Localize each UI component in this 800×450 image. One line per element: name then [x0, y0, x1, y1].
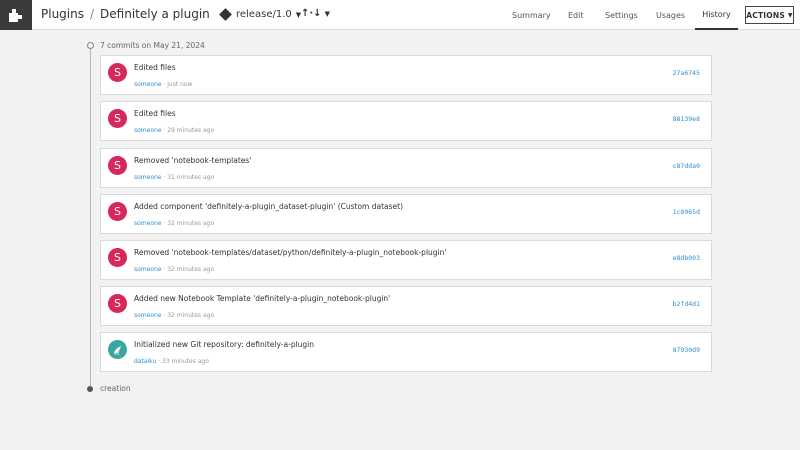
bird-icon [108, 340, 127, 359]
actions-button[interactable]: ACTIONS ▼ [745, 6, 794, 24]
commit-message: Initialized new Git repository: definite… [134, 340, 315, 349]
tab-edit[interactable]: Edit [568, 0, 584, 30]
branch-selector[interactable]: release/1.0 ▼ [219, 8, 301, 21]
commit-author[interactable]: dataiku [134, 358, 156, 365]
commit-author[interactable]: someone [134, 174, 162, 181]
commit-message: Removed 'notebook-templates' [134, 156, 252, 165]
commit-time: · 29 minutes ago [161, 127, 215, 134]
commit-time: · 33 minutes ago [156, 358, 209, 365]
commit-meta: someone · 32 minutes ago [134, 312, 214, 319]
commit-row[interactable]: S Removed 'notebook-templates/dataset/py… [100, 240, 712, 280]
avatar: S [108, 294, 127, 313]
commit-hash[interactable]: c87dda0 [673, 162, 700, 170]
puzzle-icon[interactable] [0, 0, 32, 30]
tab-history[interactable]: History [695, 0, 738, 30]
branch-name: release/1.0 [236, 9, 292, 20]
commit-author[interactable]: someone [134, 266, 162, 273]
commit-group-label: 7 commits on May 21, 2024 [100, 41, 205, 50]
timeline-end-dot [87, 386, 93, 392]
top-bar: Plugins / Definitely a plugin release/1.0 … [0, 0, 800, 30]
commit-row[interactable]: S Edited files someone · 29 minutes ago … [100, 101, 712, 141]
chevron-down-icon: ▼ [787, 11, 793, 19]
chevron-down-icon: ▼ [324, 10, 330, 18]
breadcrumb-separator: / [89, 7, 95, 21]
breadcrumb: Plugins / Definitely a plugin [41, 7, 210, 21]
tab-settings[interactable]: Settings [605, 0, 638, 30]
commit-meta: someone · 32 minutes ago [134, 266, 214, 273]
git-branch-icon [219, 8, 232, 21]
commit-hash[interactable]: 27a6745 [673, 69, 700, 77]
timeline-start-dot [87, 42, 94, 49]
commit-hash[interactable]: b2fd4d1 [673, 300, 700, 308]
commit-meta: dataiku · 33 minutes ago [134, 358, 209, 365]
commit-message: Edited files [134, 109, 176, 118]
avatar: S [108, 202, 127, 221]
commit-row[interactable]: S Removed 'notebook-templates' someone ·… [100, 148, 712, 188]
sync-label: ↑·↓ [301, 8, 322, 19]
avatar: S [108, 109, 127, 128]
commit-message: Added new Notebook Template 'definitely-… [134, 294, 391, 303]
page-title: Definitely a plugin [100, 7, 210, 21]
commit-time: · just now [161, 81, 193, 88]
commit-author[interactable]: someone [134, 127, 162, 134]
commit-time: · 32 minutes ago [161, 312, 215, 319]
commit-hash[interactable]: 1c8965d [673, 208, 700, 216]
creation-label: creation [100, 384, 131, 393]
commit-author[interactable]: someone [134, 312, 162, 319]
commit-row[interactable]: S Edited files someone · just now 27a674… [100, 55, 712, 95]
commit-hash[interactable]: 87930d9 [673, 346, 700, 354]
commit-row[interactable]: S Added component 'definitely-a-plugin_d… [100, 194, 712, 234]
avatar: S [108, 248, 127, 267]
avatar: S [108, 156, 127, 175]
commit-time: · 32 minutes ago [161, 220, 215, 227]
commit-time: · 32 minutes ago [161, 266, 215, 273]
tab-usages[interactable]: Usages [656, 0, 685, 30]
avatar: S [108, 63, 127, 82]
actions-label: ACTIONS [746, 10, 785, 20]
commit-meta: someone · 29 minutes ago [134, 127, 214, 134]
commit-row[interactable]: Initialized new Git repository: definite… [100, 332, 712, 372]
tab-summary[interactable]: Summary [512, 0, 551, 30]
commit-row[interactable]: S Added new Notebook Template 'definitel… [100, 286, 712, 326]
commit-hash[interactable]: e8db093 [673, 254, 700, 262]
commit-author[interactable]: someone [134, 81, 162, 88]
commit-author[interactable]: someone [134, 220, 162, 227]
breadcrumb-plugins-link[interactable]: Plugins [41, 7, 84, 21]
commit-meta: someone · just now [134, 81, 192, 88]
commit-time: · 31 minutes ago [161, 174, 215, 181]
commit-meta: someone · 31 minutes ago [134, 174, 214, 181]
commit-hash[interactable]: 88139e8 [673, 115, 700, 123]
commit-meta: someone · 32 minutes ago [134, 220, 214, 227]
commit-message: Edited files [134, 63, 176, 72]
commit-message: Added component 'definitely-a-plugin_dat… [134, 202, 404, 211]
timeline-line [90, 46, 91, 389]
sync-dropdown[interactable]: ↑·↓ ▼ [301, 8, 330, 19]
commit-message: Removed 'notebook-templates/dataset/pyth… [134, 248, 447, 257]
